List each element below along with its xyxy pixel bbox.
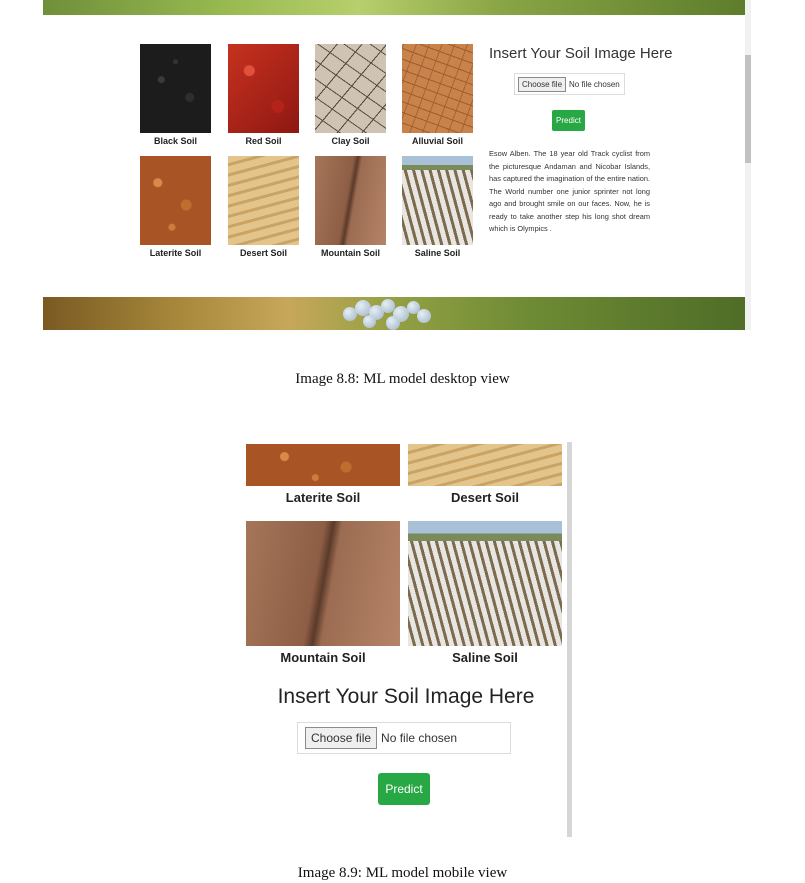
desktop-scrollbar-track	[745, 0, 751, 330]
desktop-scrollbar-thumb[interactable]	[745, 55, 751, 163]
soil-label: Laterite Soil	[149, 248, 202, 258]
soil-tile-clay: Clay Soil	[315, 44, 386, 146]
desert-soil-image	[228, 156, 299, 245]
header-background-image	[43, 0, 745, 15]
soil-tile-saline: Saline Soil	[408, 521, 562, 665]
soil-label: Alluvial Soil	[411, 136, 463, 146]
predict-button[interactable]: Predict	[552, 110, 585, 131]
black-soil-image	[140, 44, 211, 133]
description-paragraph: Esow Alben. The 18 year old Track cyclis…	[489, 149, 650, 233]
choose-file-button[interactable]: Choose file	[305, 727, 378, 749]
soil-tile-alluvial: Alluvial Soil	[402, 44, 473, 146]
soil-label: Saline Soil	[452, 650, 518, 665]
clay-soil-image	[315, 44, 386, 133]
mobile-scrollbar[interactable]	[567, 442, 572, 837]
soil-tile-desert: Desert Soil	[228, 156, 299, 258]
soil-tile-red: Red Soil	[228, 44, 299, 146]
soil-tile-desert: Desert Soil	[408, 444, 562, 505]
figure-caption-mobile: Image 8.9: ML model mobile view	[297, 865, 508, 881]
desktop-view-screenshot: Black Soil Red Soil Clay Soil Alluvial S…	[43, 0, 745, 330]
saline-soil-image	[408, 521, 562, 646]
laterite-soil-image	[140, 156, 211, 245]
plant-bud	[363, 315, 376, 328]
soil-label: Saline Soil	[414, 248, 461, 258]
file-status-text: No file chosen	[569, 79, 620, 89]
plant-bud	[417, 309, 431, 323]
predict-button[interactable]: Predict	[378, 773, 430, 805]
soil-label: Black Soil	[153, 136, 198, 146]
file-input[interactable]: Choose file No file chosen	[297, 722, 511, 754]
soil-label: Mountain Soil	[280, 650, 366, 665]
soil-label: Mountain Soil	[321, 248, 380, 258]
footer-background-image	[43, 297, 745, 330]
soil-tile-laterite: Laterite Soil	[246, 444, 400, 505]
alluvial-soil-image	[402, 44, 473, 133]
figure-caption-desktop: Image 8.8: ML model desktop view	[295, 371, 510, 387]
soil-label: Clay Soil	[331, 136, 370, 146]
saline-soil-image	[402, 156, 473, 245]
file-status-text: No file chosen	[381, 731, 458, 745]
mountain-soil-image	[315, 156, 386, 245]
soil-tile-mountain: Mountain Soil	[315, 156, 386, 258]
laterite-soil-image	[246, 444, 400, 486]
choose-file-button[interactable]: Choose file	[518, 76, 567, 92]
mountain-soil-image	[246, 521, 400, 646]
mobile-view-screenshot: Laterite Soil Desert Soil Mountain Soil …	[245, 442, 567, 837]
plant-bud	[386, 316, 400, 330]
soil-label: Desert Soil	[451, 490, 519, 505]
upload-title: Insert Your Soil Image Here	[277, 685, 535, 708]
soil-label: Desert Soil	[239, 248, 288, 258]
soil-label: Laterite Soil	[285, 490, 361, 505]
soil-tile-laterite: Laterite Soil	[140, 156, 211, 258]
soil-label: Red Soil	[245, 136, 282, 146]
file-input[interactable]: Choose file No file chosen	[514, 73, 625, 95]
desert-soil-image	[408, 444, 562, 486]
soil-tile-saline: Saline Soil	[402, 156, 473, 258]
red-soil-image	[228, 44, 299, 133]
soil-tile-black: Black Soil	[140, 44, 211, 146]
upload-title: Insert Your Soil Image Here	[489, 45, 673, 62]
soil-tile-mountain: Mountain Soil	[246, 521, 400, 665]
